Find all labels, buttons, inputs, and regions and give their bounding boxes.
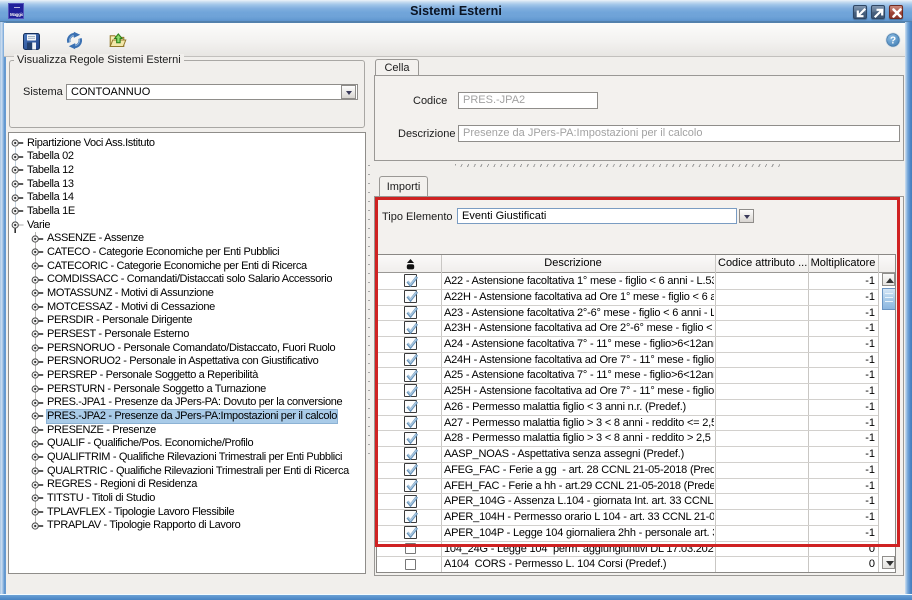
svg-text:?: ? bbox=[890, 36, 896, 47]
